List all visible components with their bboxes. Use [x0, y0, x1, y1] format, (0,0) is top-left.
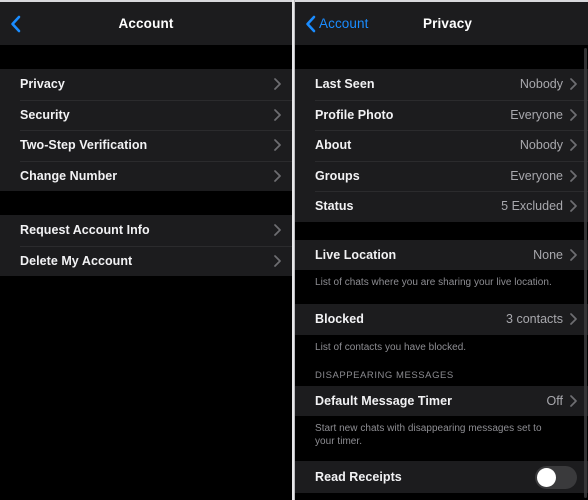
sidebar-item-two-step-verification[interactable]: Two-Step Verification [0, 130, 292, 161]
row-label: Live Location [315, 247, 397, 262]
row-label: Last Seen [315, 77, 375, 92]
privacy-scrollbar[interactable] [584, 48, 587, 498]
row-label: About [315, 138, 352, 153]
privacy-row-live-location[interactable]: Live Location None [295, 240, 588, 271]
row-value: Nobody [519, 138, 563, 153]
row-value: None [533, 247, 563, 262]
privacy-gap-2 [295, 296, 588, 304]
row-label: Groups [315, 168, 360, 183]
privacy-row-about[interactable]: About Nobody [295, 130, 588, 161]
privacy-row-blocked[interactable]: Blocked 3 contacts [295, 304, 588, 335]
row-value: Everyone [510, 107, 563, 122]
privacy-back-button[interactable]: Account [295, 15, 368, 33]
privacy-row-read-receipts[interactable]: Read Receipts [295, 461, 588, 493]
sidebar-item-privacy[interactable]: Privacy [0, 69, 292, 100]
row-label: Status [315, 199, 354, 214]
chevron-right-icon [274, 254, 281, 267]
chevron-left-icon [306, 15, 316, 32]
chevron-right-icon [570, 248, 577, 261]
privacy-page-title: Privacy [422, 16, 473, 31]
chevron-right-icon [274, 78, 281, 91]
sidebar-item-security[interactable]: Security [0, 99, 292, 131]
read-receipts-toggle[interactable] [535, 465, 577, 489]
row-value: 3 contacts [506, 312, 563, 327]
dual-panel-screenshot: Account Privacy Security Two-Step Verifi… [0, 0, 588, 500]
privacy-row-profile-photo[interactable]: Profile Photo Everyone [295, 99, 588, 131]
account-page-title: Account [118, 16, 174, 31]
privacy-navbar: Account Privacy [295, 0, 588, 45]
chevron-right-icon [570, 394, 577, 407]
privacy-row-status[interactable]: Status 5 Excluded [295, 191, 588, 222]
account-gap-top [0, 45, 292, 69]
chevron-left-icon [11, 15, 21, 32]
account-navbar: Account [0, 0, 292, 45]
chevron-right-icon [570, 78, 577, 91]
row-value: Off [546, 393, 563, 408]
row-label: Default Message Timer [315, 393, 452, 408]
chevron-right-icon [570, 313, 577, 326]
chevron-right-icon [274, 108, 281, 121]
row-label: Blocked [315, 312, 364, 327]
row-label: Change Number [20, 168, 118, 183]
account-gap-mid [0, 191, 292, 215]
row-value: Nobody [519, 77, 563, 92]
live-location-footnote: List of chats where you are sharing your… [295, 270, 588, 296]
sidebar-item-change-number[interactable]: Change Number [0, 160, 292, 192]
row-value: 5 Excluded [501, 199, 563, 214]
sidebar-item-request-account-info[interactable]: Request Account Info [0, 215, 292, 246]
chevron-right-icon [274, 169, 281, 182]
row-label: Profile Photo [315, 107, 394, 122]
privacy-row-default-message-timer[interactable]: Default Message Timer Off [295, 386, 588, 417]
row-label: Read Receipts [315, 470, 402, 484]
disappearing-messages-header: DISAPPEARING MESSAGES [295, 360, 588, 386]
blocked-footnote: List of contacts you have blocked. [295, 334, 588, 361]
chevron-right-icon [274, 224, 281, 237]
account-panel: Account Privacy Security Two-Step Verifi… [0, 0, 294, 500]
privacy-row-last-seen[interactable]: Last Seen Nobody [295, 69, 588, 100]
privacy-section-default-timer: Default Message Timer Off [295, 385, 588, 417]
privacy-section-read-receipts: Read Receipts [295, 461, 588, 493]
privacy-section-visibility: Last Seen Nobody Profile Photo Everyone … [295, 69, 588, 222]
default-timer-footnote: Start new chats with disappearing messag… [295, 416, 588, 455]
row-label: Two-Step Verification [20, 138, 148, 153]
chevron-right-icon [570, 108, 577, 121]
chevron-right-icon [570, 139, 577, 152]
row-label: Security [20, 107, 70, 122]
row-value: Everyone [510, 168, 563, 183]
privacy-back-label: Account [319, 16, 369, 31]
privacy-gap-top [295, 45, 588, 69]
chevron-right-icon [570, 169, 577, 182]
sidebar-item-delete-my-account[interactable]: Delete My Account [0, 245, 292, 277]
chevron-right-icon [570, 200, 577, 213]
privacy-panel: Account Privacy Last Seen Nobody Profile… [294, 0, 588, 500]
privacy-section-live-location: Live Location None [295, 239, 588, 271]
account-section-secondary: Request Account Info Delete My Account [0, 215, 292, 276]
chevron-right-icon [274, 139, 281, 152]
privacy-row-groups[interactable]: Groups Everyone [295, 160, 588, 192]
toggle-knob [537, 467, 556, 487]
account-back-button[interactable] [0, 15, 21, 33]
row-label: Delete My Account [20, 253, 133, 268]
account-section-primary: Privacy Security Two-Step Verification C… [0, 69, 292, 191]
row-label: Request Account Info [20, 223, 150, 238]
privacy-gap-1 [295, 221, 588, 240]
row-label: Privacy [20, 77, 65, 92]
privacy-section-blocked: Blocked 3 contacts [295, 304, 588, 335]
